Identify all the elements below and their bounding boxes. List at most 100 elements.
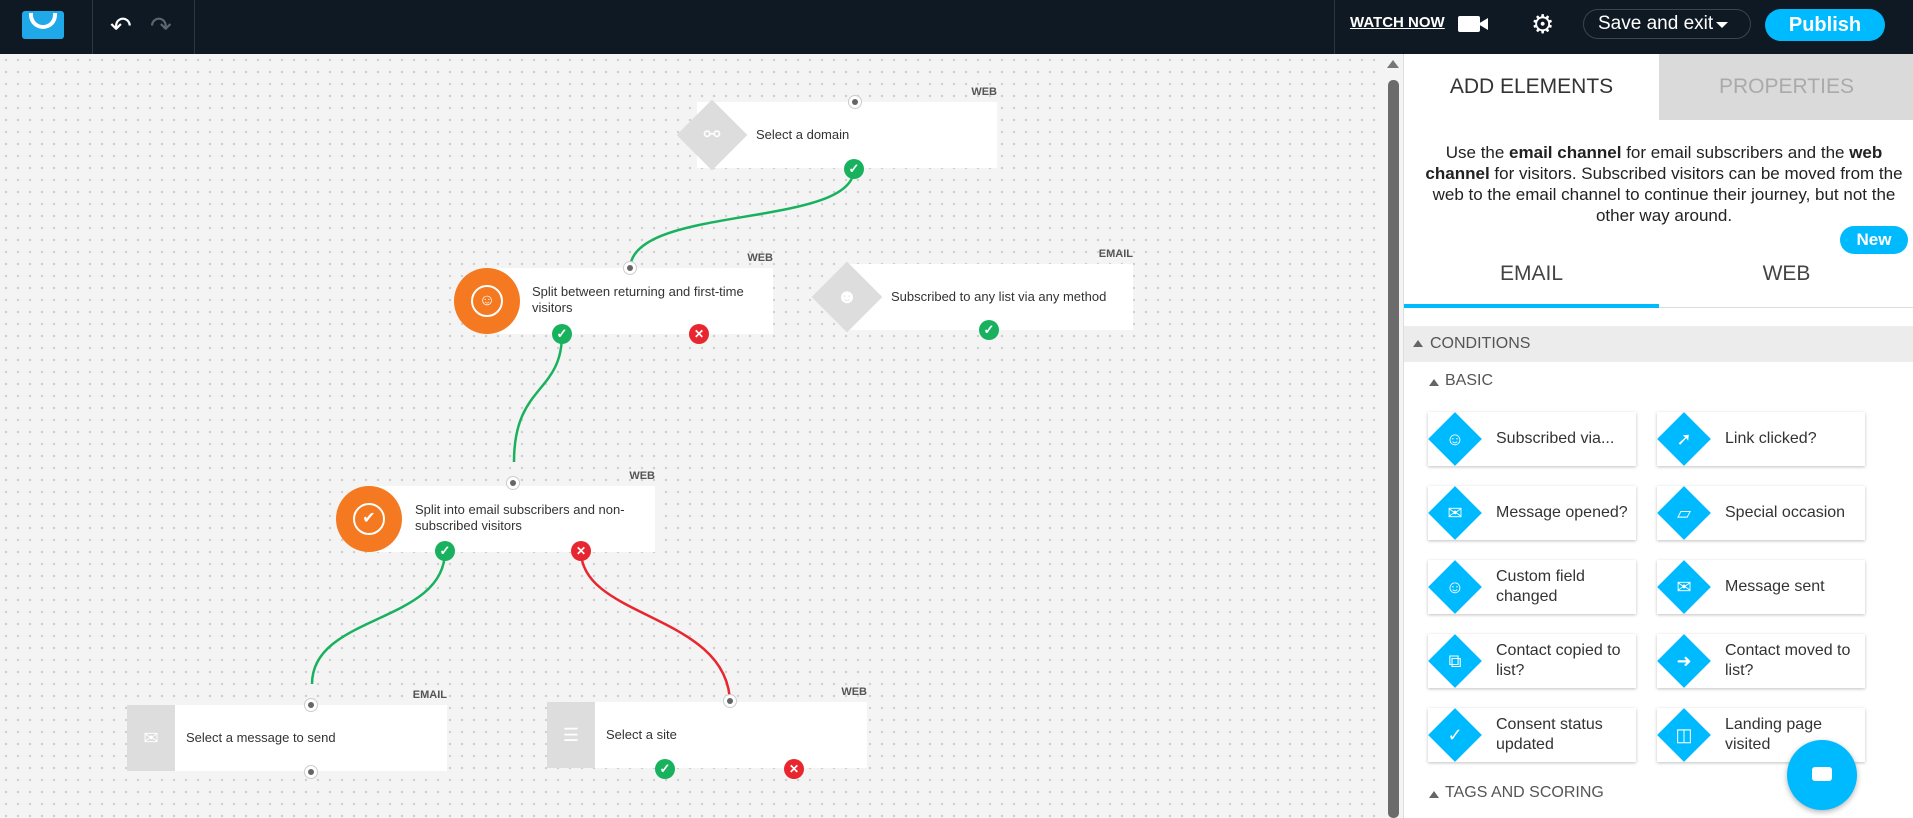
cursor-click-icon: ➚ bbox=[1676, 429, 1692, 449]
new-badge: New bbox=[1840, 226, 1908, 254]
desc-bold-email: email channel bbox=[1509, 143, 1622, 162]
chevron-down-icon bbox=[1716, 22, 1728, 28]
element-message-sent[interactable]: ✉ Message sent bbox=[1657, 560, 1865, 614]
sent-envelope-icon: ✉ bbox=[1676, 577, 1692, 597]
input-port[interactable] bbox=[723, 694, 737, 708]
input-port[interactable] bbox=[623, 261, 637, 275]
divider bbox=[92, 0, 93, 54]
desc-text: Use the bbox=[1445, 143, 1510, 162]
tab-properties[interactable]: PROPERTIES bbox=[1659, 54, 1913, 120]
chat-support-button[interactable] bbox=[1787, 740, 1857, 810]
node-label: Split between returning and first-time v… bbox=[532, 284, 744, 315]
input-port[interactable] bbox=[506, 476, 520, 490]
node-label: Select a domain bbox=[756, 127, 850, 142]
conditions-section-header[interactable]: CONDITIONS bbox=[1404, 326, 1913, 362]
input-port[interactable] bbox=[304, 698, 318, 712]
success-check-icon[interactable]: ✓ bbox=[655, 759, 675, 779]
node-split-email[interactable]: WEB Split into email subscribers and non… bbox=[370, 470, 655, 552]
success-check-icon[interactable]: ✓ bbox=[552, 324, 572, 344]
element-contact-moved[interactable]: ➜ Contact moved to list? bbox=[1657, 634, 1865, 688]
redo-icon[interactable]: ↷ bbox=[150, 12, 172, 40]
layout-page-icon: ◫ bbox=[1675, 725, 1693, 745]
element-custom-field-changed[interactable]: ☺ Custom field changed bbox=[1428, 560, 1636, 614]
success-check-icon[interactable]: ✓ bbox=[979, 320, 999, 340]
save-and-exit-label: Save and exit bbox=[1598, 13, 1714, 34]
success-check-icon[interactable]: ✓ bbox=[435, 541, 455, 561]
getresponse-logo[interactable] bbox=[22, 11, 64, 39]
element-label: Special occasion bbox=[1725, 504, 1846, 521]
tab-email[interactable]: EMAIL bbox=[1404, 244, 1659, 308]
divider bbox=[194, 0, 195, 54]
channel-tag: WEB bbox=[841, 686, 867, 698]
channel-tag: WEB bbox=[629, 470, 655, 482]
panel-tabs: ADD ELEMENTS PROPERTIES bbox=[1404, 54, 1913, 120]
desc-text: for visitors. Subscribed visitors can be… bbox=[1432, 164, 1903, 225]
tags-scoring-subheader[interactable]: TAGS AND SCORING bbox=[1445, 784, 1604, 802]
node-label: Split into email subscribers and non-sub… bbox=[415, 502, 625, 533]
element-consent-status[interactable]: ✓ Consent status updated bbox=[1428, 708, 1636, 762]
element-label: Contact copied to list? bbox=[1496, 642, 1621, 679]
gear-icon[interactable]: ⚙ bbox=[1531, 9, 1554, 40]
copy-icon: ⧉ bbox=[1448, 651, 1462, 671]
split-visitors-icon: ☺ bbox=[454, 268, 520, 334]
scrollbar-thumb[interactable] bbox=[1388, 80, 1399, 818]
top-bar: ↶ ↷ WATCH NOW ⚙ Save and exit Publish bbox=[0, 0, 1913, 54]
split-subscribers-icon: ✔ bbox=[336, 486, 402, 552]
divider bbox=[1334, 0, 1335, 54]
person-icon: ☺ bbox=[1445, 429, 1465, 449]
collapse-triangle-icon[interactable] bbox=[1429, 791, 1439, 798]
node-label: Subscribed to any list via any method bbox=[891, 289, 1107, 304]
node-label: Select a message to send bbox=[186, 730, 336, 745]
person-glyph: ☻ bbox=[836, 286, 858, 308]
basic-subheader[interactable]: BASIC bbox=[1445, 372, 1493, 390]
elements-panel: ADD ELEMENTS PROPERTIES Use the email ch… bbox=[1403, 54, 1913, 818]
arrow-circle-icon: ➜ bbox=[1676, 651, 1692, 671]
element-label: Custom field changed bbox=[1496, 568, 1585, 605]
website-icon: ☰ bbox=[547, 702, 595, 768]
open-envelope-icon: ✉ bbox=[1447, 503, 1463, 523]
chat-icon bbox=[1812, 767, 1832, 781]
element-special-occasion[interactable]: ▱ Special occasion bbox=[1657, 486, 1865, 540]
element-label: Message opened? bbox=[1496, 504, 1628, 521]
conditions-label: CONDITIONS bbox=[1430, 335, 1531, 352]
fail-x-icon[interactable]: ✕ bbox=[784, 759, 804, 779]
fail-x-icon[interactable]: ✕ bbox=[689, 324, 709, 344]
node-label: Select a site bbox=[606, 727, 677, 742]
chain-link-glyph: ⚯ bbox=[703, 124, 721, 146]
scroll-up-arrow-icon[interactable] bbox=[1387, 60, 1399, 68]
video-camera-icon[interactable] bbox=[1458, 16, 1488, 32]
fail-x-icon[interactable]: ✕ bbox=[571, 541, 591, 561]
element-label: Link clicked? bbox=[1725, 430, 1817, 447]
workflow-canvas[interactable]: WEB Select a domain ⚯ ✓ WEB Split betwee… bbox=[0, 54, 1385, 818]
undo-icon[interactable]: ↶ bbox=[110, 12, 132, 40]
user-field-icon: ☺ bbox=[1445, 577, 1465, 597]
save-and-exit-button[interactable]: Save and exit bbox=[1583, 9, 1751, 39]
check-circle-icon: ✓ bbox=[1447, 725, 1463, 745]
element-subscribed-via[interactable]: ☺ Subscribed via... bbox=[1428, 412, 1636, 466]
input-port[interactable] bbox=[848, 95, 862, 109]
element-contact-copied[interactable]: ⧉ Contact copied to list? bbox=[1428, 634, 1636, 688]
output-port[interactable] bbox=[304, 765, 318, 779]
watch-now-link[interactable]: WATCH NOW bbox=[1350, 14, 1445, 31]
envelope-icon: ✉ bbox=[127, 705, 175, 771]
success-check-icon[interactable]: ✓ bbox=[844, 159, 864, 179]
desc-text: for email subscribers and the bbox=[1621, 143, 1850, 162]
node-split-returning[interactable]: WEB Split between returning and first-ti… bbox=[488, 252, 773, 334]
publish-button[interactable]: Publish bbox=[1765, 9, 1885, 41]
channel-tag: WEB bbox=[971, 86, 997, 98]
element-label: Message sent bbox=[1725, 578, 1825, 595]
element-link-clicked[interactable]: ➚ Link clicked? bbox=[1657, 412, 1865, 466]
channel-tabs: EMAIL WEB bbox=[1404, 244, 1913, 308]
element-label: Contact moved to list? bbox=[1725, 642, 1851, 679]
tab-add-elements[interactable]: ADD ELEMENTS bbox=[1404, 54, 1659, 120]
collapse-triangle-icon[interactable] bbox=[1429, 379, 1439, 386]
collapse-triangle-icon bbox=[1413, 340, 1423, 347]
element-label: Consent status updated bbox=[1496, 716, 1603, 753]
channel-tag: EMAIL bbox=[412, 689, 447, 701]
channel-description: Use the email channel for email subscrib… bbox=[1424, 142, 1904, 226]
channel-tag: EMAIL bbox=[1098, 248, 1133, 260]
element-label: Subscribed via... bbox=[1496, 430, 1615, 447]
node-select-site[interactable]: WEB Select a site bbox=[547, 686, 867, 768]
node-select-message[interactable]: EMAIL Select a message to send bbox=[127, 689, 447, 771]
element-message-opened[interactable]: ✉ Message opened? bbox=[1428, 486, 1636, 540]
